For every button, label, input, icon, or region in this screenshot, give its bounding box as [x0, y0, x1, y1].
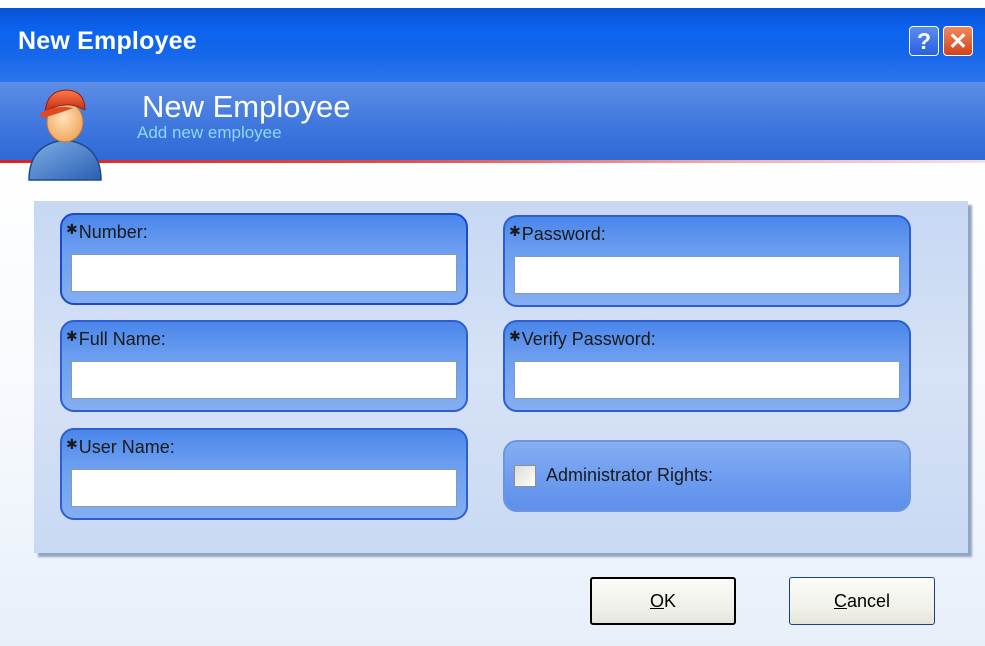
- required-marker: ✱: [509, 223, 521, 239]
- full-name-input[interactable]: [71, 361, 457, 399]
- administrator-rights-checkbox[interactable]: [514, 465, 536, 487]
- new-employee-dialog: New Employee ? ✕ New Employee Add new em…: [0, 0, 985, 646]
- help-button[interactable]: ?: [909, 26, 939, 56]
- header-subtitle: Add new employee: [137, 123, 282, 142]
- header-title: New Employee: [142, 89, 351, 124]
- window-title: New Employee: [18, 27, 197, 55]
- administrator-rights-label[interactable]: Administrator Rights:: [546, 465, 713, 486]
- employee-avatar-icon: [28, 89, 102, 181]
- verify-password-input[interactable]: [514, 361, 900, 399]
- full-name-label: ✱Full Name:: [66, 328, 166, 349]
- number-label: ✱Number:: [66, 221, 148, 242]
- cancel-button[interactable]: Cancel: [789, 577, 935, 625]
- close-button[interactable]: ✕: [943, 26, 973, 56]
- password-label: ✱Password:: [509, 223, 606, 244]
- required-marker: ✱: [66, 328, 78, 344]
- user-name-input[interactable]: [71, 469, 457, 507]
- verify-password-group: ✱Verify Password:: [503, 320, 911, 412]
- ok-button[interactable]: OK: [590, 577, 736, 625]
- user-name-group: ✱User Name:: [60, 428, 468, 520]
- verify-password-label: ✱Verify Password:: [509, 328, 656, 349]
- required-marker: ✱: [509, 328, 521, 344]
- number-group: ✱Number:: [60, 213, 468, 305]
- number-input[interactable]: [71, 254, 457, 292]
- administrator-rights-group: Administrator Rights:: [503, 440, 911, 512]
- required-marker: ✱: [66, 221, 78, 237]
- required-marker: ✱: [66, 436, 78, 452]
- full-name-group: ✱Full Name:: [60, 320, 468, 412]
- password-group: ✱Password:: [503, 215, 911, 307]
- password-input[interactable]: [514, 256, 900, 294]
- user-name-label: ✱User Name:: [66, 436, 175, 457]
